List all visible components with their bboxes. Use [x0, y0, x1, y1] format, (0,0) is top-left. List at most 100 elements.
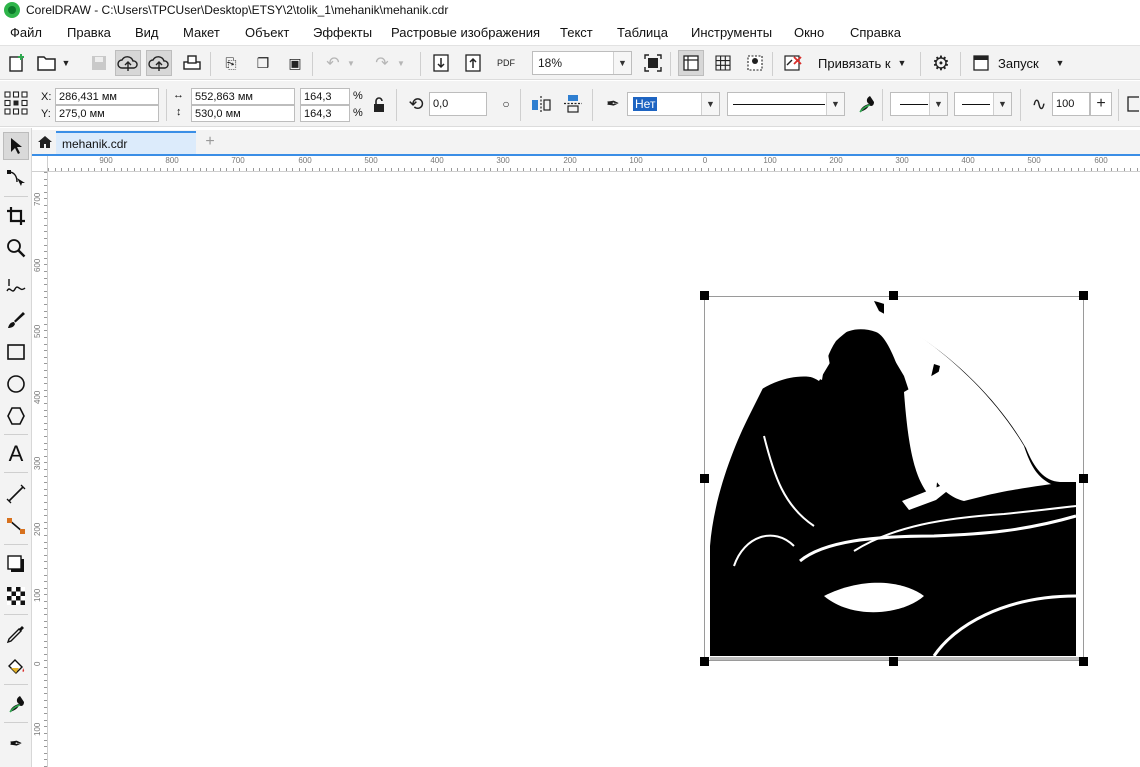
- snap-to-dropdown-icon[interactable]: ▼: [894, 50, 910, 76]
- lock-ratio-icon[interactable]: [369, 95, 389, 115]
- h-ruler-tick: [853, 168, 855, 171]
- undo-dropdown-icon[interactable]: ▼: [344, 50, 358, 76]
- menu-view[interactable]: Вид: [135, 25, 159, 40]
- ruler-origin[interactable]: [32, 156, 48, 172]
- horizontal-ruler[interactable]: 900 800 700 600 500 400 300 200 100 0 10…: [48, 156, 1140, 172]
- cloud-upload-icon[interactable]: [115, 50, 141, 76]
- y-position-field[interactable]: 275,0 мм: [55, 105, 159, 122]
- menu-window[interactable]: Окно: [794, 25, 824, 40]
- menu-effects[interactable]: Эффекты: [313, 25, 372, 40]
- ellipse-tool-icon[interactable]: [3, 370, 29, 398]
- launch-label[interactable]: Запуск: [998, 56, 1039, 71]
- rectangle-tool-icon[interactable]: [3, 338, 29, 366]
- cut-icon[interactable]: ⎘: [218, 50, 244, 76]
- resize-handle-right[interactable]: [1079, 474, 1088, 483]
- crop-tool-icon[interactable]: [3, 202, 29, 230]
- resize-handle-bottom-left[interactable]: [700, 657, 709, 666]
- h-ruler-tick: [397, 168, 399, 171]
- print-icon[interactable]: [179, 50, 205, 76]
- outline-width-combo[interactable]: Нет ▼: [627, 92, 720, 116]
- resize-handle-top[interactable]: [889, 291, 898, 300]
- polygon-tool-icon[interactable]: [3, 402, 29, 430]
- menu-table[interactable]: Таблица: [617, 25, 668, 40]
- open-folder-icon[interactable]: [34, 50, 60, 76]
- menu-file[interactable]: Файл: [10, 25, 42, 40]
- snap-off-icon[interactable]: [780, 50, 806, 76]
- snap-to-label[interactable]: Привязать к: [818, 56, 891, 71]
- menu-help[interactable]: Справка: [850, 25, 901, 40]
- show-grid-icon[interactable]: [710, 50, 736, 76]
- zoom-level-combo[interactable]: 18% ▼: [532, 51, 632, 75]
- export-icon[interactable]: [460, 50, 486, 76]
- object-origin-icon[interactable]: [3, 90, 29, 116]
- transparency-tool-icon[interactable]: [3, 582, 29, 610]
- wrap-text-icon[interactable]: [1124, 91, 1140, 117]
- resize-handle-left[interactable]: [700, 474, 709, 483]
- rotation-angle-field[interactable]: 0,0: [429, 92, 487, 116]
- outline-tool-icon[interactable]: ✒: [3, 730, 29, 758]
- menu-edit[interactable]: Правка: [67, 25, 111, 40]
- pick-tool-icon[interactable]: [3, 132, 29, 160]
- start-arrowhead-combo[interactable]: ▼: [890, 92, 948, 116]
- menu-layout[interactable]: Макет: [183, 25, 220, 40]
- h-ruler-tick: [312, 168, 313, 171]
- show-guidelines-icon[interactable]: [742, 50, 768, 76]
- launch-app-icon[interactable]: [968, 50, 994, 76]
- paste-icon[interactable]: ▣: [282, 50, 308, 76]
- import-icon[interactable]: [428, 50, 454, 76]
- h-ruler-tick: [100, 168, 102, 171]
- mirror-vertical-icon[interactable]: [560, 91, 586, 117]
- smoothing-field[interactable]: 100: [1052, 92, 1090, 116]
- menu-text[interactable]: Текст: [560, 25, 593, 40]
- height-field[interactable]: 530,0 мм: [191, 105, 295, 122]
- copy-icon[interactable]: ❐: [250, 50, 276, 76]
- menu-bitmaps[interactable]: Растровые изображения: [391, 25, 540, 40]
- smart-fill-tool-icon[interactable]: [3, 690, 29, 718]
- resize-handle-top-right[interactable]: [1079, 291, 1088, 300]
- v-ruler-tick: [44, 343, 47, 345]
- drop-shadow-tool-icon[interactable]: [3, 550, 29, 578]
- document-tab[interactable]: mehanik.cdr: [56, 131, 196, 154]
- width-field[interactable]: 552,863 мм: [191, 88, 295, 105]
- open-recent-dropdown-icon[interactable]: ▼: [58, 50, 74, 76]
- publish-pdf-icon[interactable]: PDF: [493, 50, 519, 76]
- new-document-icon[interactable]: [4, 50, 30, 76]
- artistic-media-tool-icon[interactable]: [3, 306, 29, 334]
- menu-object[interactable]: Объект: [245, 25, 289, 40]
- redo-icon[interactable]: ↷: [369, 50, 395, 76]
- add-tab-icon[interactable]: +: [200, 133, 220, 151]
- menu-tools[interactable]: Инструменты: [691, 25, 772, 40]
- text-tool-icon[interactable]: A: [3, 440, 29, 468]
- scale-y-field[interactable]: 164,3: [300, 105, 350, 122]
- vertical-ruler[interactable]: 700 600 500 400 300 200 100 0 100: [32, 172, 48, 767]
- x-position-field[interactable]: 286,431 мм: [55, 88, 159, 105]
- cloud-sync-icon[interactable]: [146, 50, 172, 76]
- end-arrowhead-combo[interactable]: ▼: [954, 92, 1012, 116]
- rotation-center-icon[interactable]: ✕: [888, 472, 897, 485]
- resize-handle-bottom-right[interactable]: [1079, 657, 1088, 666]
- interactive-fill-tool-icon[interactable]: [3, 652, 29, 680]
- h-ruler-tick: [589, 168, 591, 171]
- line-style-combo[interactable]: ▼: [727, 92, 845, 116]
- show-rulers-icon[interactable]: [678, 50, 704, 76]
- scale-x-field[interactable]: 164,3: [300, 88, 350, 105]
- full-screen-preview-icon[interactable]: [640, 50, 666, 76]
- home-icon[interactable]: [34, 131, 56, 153]
- redo-dropdown-icon[interactable]: ▼: [394, 50, 408, 76]
- resize-handle-bottom[interactable]: [889, 657, 898, 666]
- zoom-tool-icon[interactable]: [3, 234, 29, 262]
- gear-icon[interactable]: ⚙: [928, 50, 954, 76]
- h-ruler-tick: [998, 168, 1000, 171]
- eyedropper-tool-icon[interactable]: [3, 620, 29, 648]
- mirror-horizontal-icon[interactable]: [528, 91, 554, 117]
- resize-handle-top-left[interactable]: [700, 291, 709, 300]
- freehand-tool-icon[interactable]: [3, 272, 29, 300]
- convert-outline-icon[interactable]: [853, 91, 879, 117]
- shape-tool-icon[interactable]: [3, 164, 29, 192]
- undo-icon[interactable]: ↶: [320, 50, 346, 76]
- save-icon[interactable]: [86, 50, 112, 76]
- connector-tool-icon[interactable]: [3, 512, 29, 540]
- launch-dropdown-icon[interactable]: ▼: [1052, 50, 1068, 76]
- parallel-dimension-tool-icon[interactable]: [3, 480, 29, 508]
- smoothing-increment-icon[interactable]: +: [1090, 92, 1112, 116]
